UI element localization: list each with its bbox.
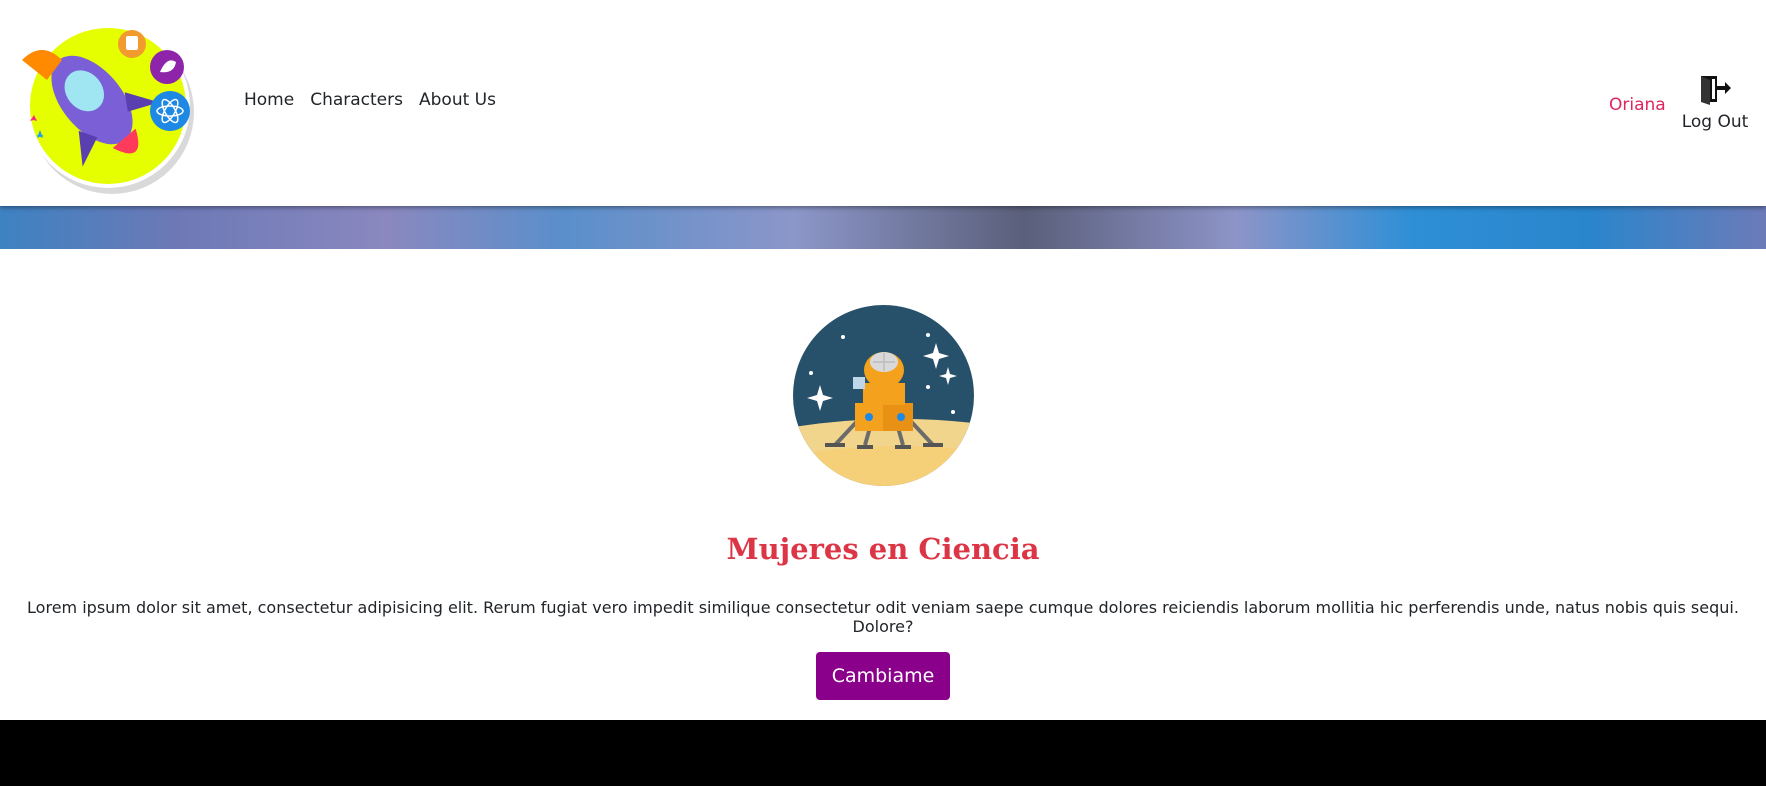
lunar-lander-illustration <box>793 305 974 486</box>
nav-home-link[interactable]: Home <box>244 90 294 110</box>
nav-about-us-link[interactable]: About Us <box>419 90 496 110</box>
rocket-logo[interactable] <box>22 20 198 196</box>
footer <box>0 720 1766 786</box>
logout-label: Log Out <box>1681 112 1749 132</box>
cambiame-button[interactable]: Cambiame <box>816 652 950 700</box>
site-header: Home Characters About Us Oriana Log Out <box>0 0 1766 206</box>
logout-button[interactable]: Log Out <box>1680 74 1750 132</box>
page-title: Mujeres en Ciencia <box>726 532 1040 566</box>
main-nav: Home Characters About Us <box>244 90 496 110</box>
door-exit-icon <box>1680 74 1750 106</box>
user-name: Oriana <box>1609 95 1666 115</box>
banner-strip <box>0 206 1766 249</box>
main-content: Mujeres en Ciencia Lorem ipsum dolor sit… <box>0 249 1766 720</box>
nav-characters-link[interactable]: Characters <box>310 90 403 110</box>
description-text: Lorem ipsum dolor sit amet, consectetur … <box>27 598 1739 636</box>
